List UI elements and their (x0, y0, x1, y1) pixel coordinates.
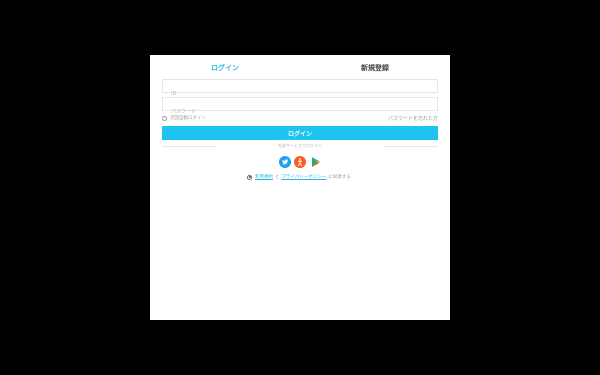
auto-login-label: 次回自動ログイン (170, 116, 206, 121)
google-play-icon[interactable] (310, 156, 322, 168)
terms-and-text: と (275, 175, 280, 180)
terms-agree-text: に同意する (328, 175, 351, 180)
twitter-icon[interactable] (279, 156, 291, 168)
privacy-policy-link[interactable]: プライバシーポリシー (282, 174, 327, 180)
terms-agree-radio[interactable] (247, 174, 252, 180)
id-field[interactable] (162, 79, 438, 100)
auto-login-option[interactable]: 次回自動ログイン (162, 114, 206, 122)
tab-register[interactable]: 新規登録 (361, 63, 389, 73)
tab-login[interactable]: ログイン (211, 63, 239, 73)
external-login-label: 外部サービスでログイン (278, 143, 322, 148)
login-button[interactable]: ログイン (162, 126, 438, 140)
password-field[interactable] (162, 97, 438, 118)
divider-right (384, 146, 438, 147)
divider-left (162, 146, 216, 147)
terms-agreement: 利用規約 と プライバシーポリシー に同意する (247, 173, 353, 181)
auth-tabs: ログイン 新規登録 (150, 55, 450, 79)
terms-link[interactable]: 利用規約 (255, 174, 273, 180)
apple-person-icon[interactable] (294, 156, 306, 168)
login-modal: ログイン 新規登録 次回自動ログイン パスワードを忘れた方 ログイン 外部サービ… (150, 55, 450, 320)
auto-login-radio[interactable] (162, 115, 167, 121)
forgot-password-link[interactable]: パスワードを忘れた方 (388, 115, 438, 122)
